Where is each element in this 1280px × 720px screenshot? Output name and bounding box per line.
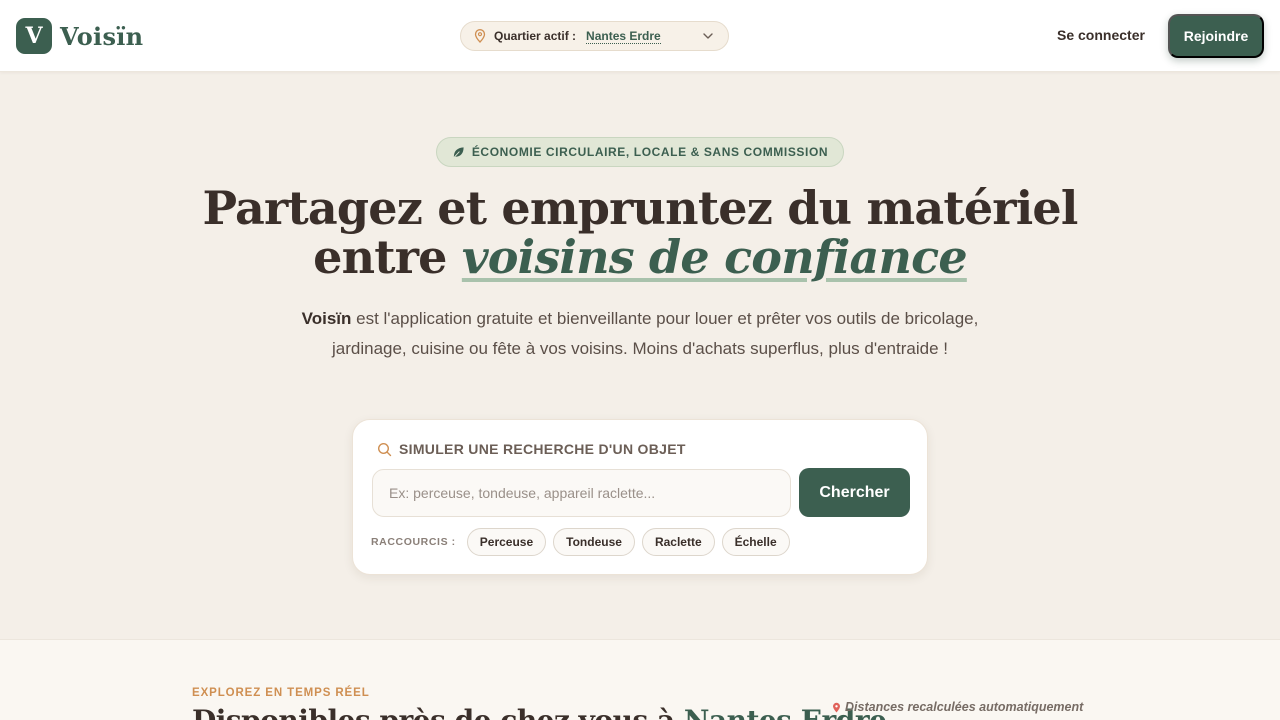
map-pin-icon — [474, 29, 486, 43]
logo[interactable]: V Voisïn — [16, 18, 143, 54]
district-label: Quartier actif : — [494, 29, 577, 43]
search-button[interactable]: Chercher — [799, 468, 910, 517]
search-simulator-card: SIMULER UNE RECHERCHE D'UN OBJET Cherche… — [352, 419, 928, 575]
search-icon — [377, 442, 392, 456]
search-input[interactable] — [372, 469, 791, 517]
nearby-items-section: EXPLOREZ EN TEMPS RÉEL Disponibles près … — [0, 639, 1280, 720]
hero-description: Voisïn est l'application gratuite et bie… — [290, 304, 990, 363]
headline-line-1: Partagez et empruntez du matériel — [202, 181, 1078, 235]
headline-accent: voisins de confiance — [461, 230, 968, 284]
leaf-icon — [453, 146, 464, 158]
brand-name: Voisïn — [301, 309, 352, 328]
top-navigation-bar: V Voisïn Quartier actif : Nantes Erdre S… — [0, 0, 1280, 72]
join-button[interactable]: Rejoindre — [1168, 14, 1264, 58]
section-title: Disponibles près de chez vous à Nantes E… — [192, 704, 887, 720]
shortcut-chip-perceuse[interactable]: Perceuse — [466, 528, 547, 556]
shortcut-chip-tondeuse[interactable]: Tondeuse — [553, 528, 635, 556]
value-badge-text: ÉCONOMIE CIRCULAIRE, LOCALE & SANS COMMI… — [471, 145, 829, 159]
distance-note-text: Distances recalculées automatiquement — [845, 700, 1084, 714]
district-value: Nantes Erdre — [586, 28, 661, 44]
logo-name: Voisïn — [60, 21, 144, 51]
distance-note: Distances recalculées automatiquement — [832, 700, 1083, 714]
headline-prefix: entre — [313, 230, 447, 284]
login-link[interactable]: Se connecter — [1057, 27, 1145, 43]
chevron-down-icon — [703, 33, 713, 39]
hero-headline: Partagez et empruntez du matériel entre … — [0, 184, 1280, 282]
search-shortcuts: RACCOURCIS : Perceuse Tondeuse Raclette … — [371, 528, 797, 556]
map-pin-icon — [833, 702, 840, 712]
district-selector[interactable]: Quartier actif : Nantes Erdre — [460, 21, 729, 51]
search-card-title: SIMULER UNE RECHERCHE D'UN OBJET — [377, 441, 686, 457]
section-eyebrow: EXPLOREZ EN TEMPS RÉEL — [192, 687, 370, 699]
shortcut-chip-echelle[interactable]: Échelle — [721, 528, 790, 556]
search-card-title-text: SIMULER UNE RECHERCHE D'UN OBJET — [399, 441, 686, 457]
section-title-prefix: Disponibles près de chez vous à — [192, 704, 675, 720]
hero-description-text: est l'application gratuite et bienveilla… — [331, 309, 979, 358]
logo-mark: V — [16, 18, 52, 54]
shortcut-chip-raclette[interactable]: Raclette — [641, 528, 715, 556]
shortcuts-label: RACCOURCIS : — [371, 536, 456, 548]
value-badge: ÉCONOMIE CIRCULAIRE, LOCALE & SANS COMMI… — [436, 137, 844, 167]
